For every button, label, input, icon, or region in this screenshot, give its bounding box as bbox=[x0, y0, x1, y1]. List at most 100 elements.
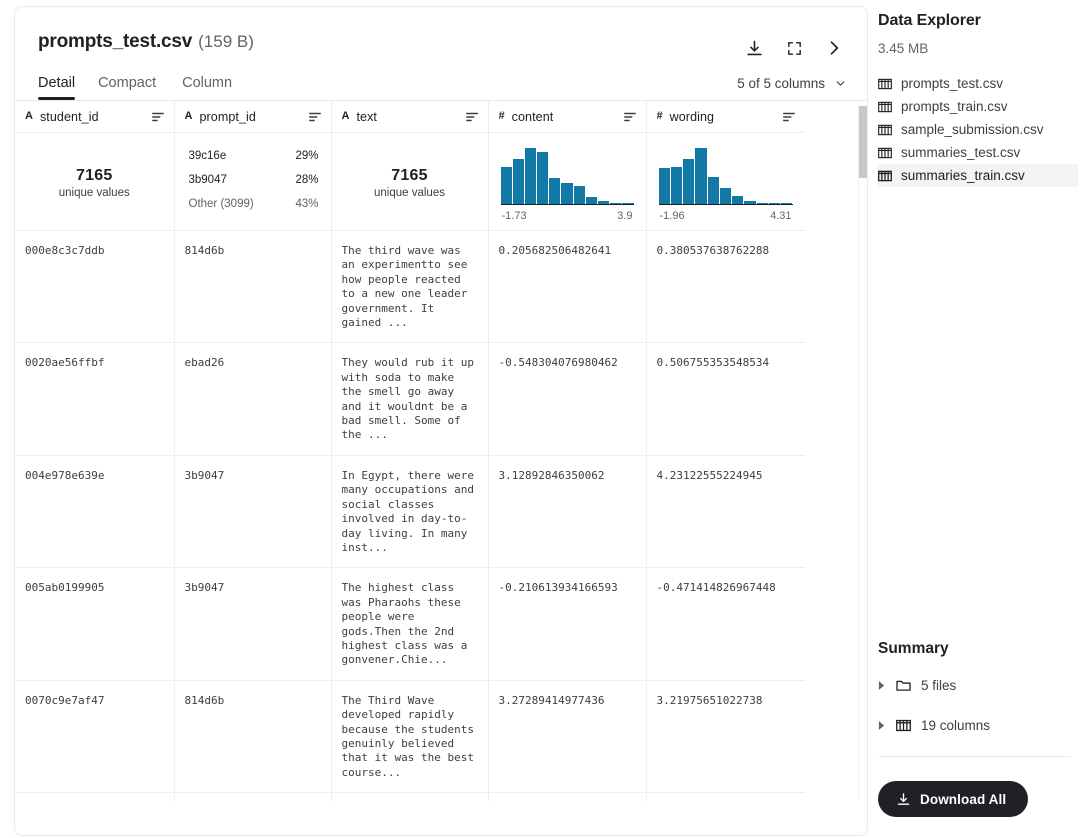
file-list: prompts_test.csv prompts_train.csv sampl… bbox=[877, 72, 1078, 187]
cell-text: The highest class was Pharaohs these peo… bbox=[331, 567, 489, 681]
file-name: summaries_train.csv bbox=[901, 168, 1025, 183]
histogram-bar bbox=[719, 188, 732, 204]
cell-wording: 0.380537638762288 bbox=[646, 230, 806, 344]
summary-files-label: 5 files bbox=[921, 677, 957, 693]
file-title-group: prompts_test.csv (159 B) bbox=[38, 31, 254, 53]
columns-selector-label: 5 of 5 columns bbox=[737, 76, 825, 91]
file-item-prompts-train[interactable]: prompts_train.csv bbox=[877, 95, 1078, 118]
summary-row-columns[interactable]: 19 columns bbox=[878, 710, 1072, 740]
category-label: 39c16e bbox=[188, 150, 227, 162]
cell-prompt-id: 3b9047 bbox=[174, 567, 332, 681]
table-row[interactable]: 005ab0199905 3b9047 The highest class wa… bbox=[15, 567, 806, 681]
chevron-down-icon bbox=[834, 77, 847, 90]
cell-content: 0.205682506482641 bbox=[488, 230, 647, 344]
histogram-bar bbox=[512, 159, 524, 204]
sidebar-title: Data Explorer bbox=[878, 12, 981, 29]
sort-icon[interactable] bbox=[782, 110, 796, 124]
summary-cell-wording: -1.96 4.31 bbox=[646, 132, 806, 231]
cell-student-id: 0020ae56ffbf bbox=[15, 342, 175, 456]
column-name: text bbox=[356, 109, 378, 124]
histogram-bar bbox=[744, 201, 756, 204]
sort-icon[interactable] bbox=[151, 110, 165, 124]
cell-prompt-id: 814d6b bbox=[174, 230, 332, 344]
histogram-bar bbox=[500, 167, 512, 204]
cell-wording: 0.506755353548534 bbox=[646, 342, 806, 456]
column-header-prompt-id[interactable]: A prompt_id bbox=[174, 101, 332, 133]
content-histogram-axis: -1.73 3.9 bbox=[501, 210, 634, 222]
summary-row-files[interactable]: 5 files bbox=[878, 670, 1072, 700]
histogram-bar bbox=[781, 203, 793, 204]
hist-max: 3.9 bbox=[617, 210, 633, 222]
numeric-type-icon: # bbox=[498, 110, 505, 122]
numeric-type-icon: # bbox=[656, 110, 663, 122]
table-row[interactable]: 0071d51dab6d ebad26 They would use chemi… bbox=[15, 792, 806, 801]
cell-text: The Third Wave developed rapidly because… bbox=[331, 680, 489, 794]
column-name: content bbox=[511, 109, 554, 124]
category-label: Other (3099) bbox=[188, 198, 254, 210]
table-row[interactable]: 0020ae56ffbf ebad26 They would rub it up… bbox=[15, 342, 806, 456]
cell-prompt-id: ebad26 bbox=[174, 792, 332, 801]
column-header-student-id[interactable]: A student_id bbox=[15, 101, 175, 133]
folder-icon bbox=[896, 679, 911, 692]
column-header-text[interactable]: A text bbox=[331, 101, 489, 133]
data-explorer-page: prompts_test.csv (159 B) Detail Compact … bbox=[0, 0, 1084, 838]
cell-student-id: 004e978e639e bbox=[15, 455, 175, 569]
table-icon bbox=[896, 719, 911, 732]
cell-content: -0.210613934166593 bbox=[488, 567, 647, 681]
summary-cell-text: 7165 unique values bbox=[331, 132, 489, 231]
summary-divider bbox=[879, 756, 1071, 757]
caret-right-icon bbox=[878, 720, 886, 730]
table-row[interactable]: 000e8c3c7ddb 814d6b The third wave was a… bbox=[15, 230, 806, 344]
table-head: A student_id A prompt_id A text # conten… bbox=[15, 101, 806, 133]
file-item-summaries-test[interactable]: summaries_test.csv bbox=[877, 141, 1078, 164]
histogram-bar bbox=[707, 177, 719, 204]
histogram-bar bbox=[549, 178, 561, 204]
category-row-other: Other (3099) 43% bbox=[189, 198, 319, 210]
file-item-sample-submission[interactable]: sample_submission.csv bbox=[877, 118, 1078, 141]
chevron-right-icon[interactable] bbox=[821, 35, 847, 61]
table-vertical-scrollbar[interactable] bbox=[858, 101, 867, 801]
category-percent: 29% bbox=[295, 150, 319, 162]
table-icon bbox=[878, 170, 892, 182]
text-type-icon: A bbox=[341, 110, 350, 122]
table-body: 7165 unique values 39c16e 29% 3b9047 28%… bbox=[15, 132, 806, 801]
tab-column[interactable]: Column bbox=[182, 75, 246, 100]
histogram-bar bbox=[610, 203, 622, 204]
table-icon bbox=[878, 124, 892, 136]
cell-wording: -0.471414826967448 bbox=[646, 567, 806, 681]
table-icon bbox=[878, 147, 892, 159]
download-all-button[interactable]: Download All bbox=[878, 781, 1029, 817]
sort-icon[interactable] bbox=[308, 110, 322, 124]
scrollbar-thumb[interactable] bbox=[859, 106, 867, 178]
histogram-bar bbox=[695, 148, 707, 204]
fullscreen-icon[interactable] bbox=[781, 35, 807, 61]
cell-prompt-id: 3b9047 bbox=[174, 455, 332, 569]
table-scroll-area: A student_id A prompt_id A text # conten… bbox=[15, 100, 867, 801]
cell-prompt-id: ebad26 bbox=[174, 342, 332, 456]
file-size: (159 B) bbox=[198, 32, 254, 51]
file-item-prompts-test[interactable]: prompts_test.csv bbox=[877, 72, 1078, 95]
header-row: A student_id A prompt_id A text # conten… bbox=[15, 101, 806, 133]
file-item-summaries-train[interactable]: summaries_train.csv bbox=[877, 164, 1078, 187]
table-row[interactable]: 0070c9e7af47 814d6b The Third Wave devel… bbox=[15, 680, 806, 794]
sort-icon[interactable] bbox=[623, 110, 637, 124]
table-icon bbox=[878, 101, 892, 113]
header-actions bbox=[741, 31, 847, 61]
cell-content: 3.12892846350062 bbox=[488, 455, 647, 569]
hist-max: 4.31 bbox=[770, 210, 792, 222]
sort-icon[interactable] bbox=[465, 110, 479, 124]
unique-count: 7165 bbox=[76, 167, 113, 184]
unique-label: unique values bbox=[374, 187, 445, 199]
columns-selector[interactable]: 5 of 5 columns bbox=[737, 76, 847, 100]
tab-compact[interactable]: Compact bbox=[98, 75, 170, 100]
column-header-content[interactable]: # content bbox=[488, 101, 647, 133]
tab-detail[interactable]: Detail bbox=[38, 75, 85, 100]
file-name: prompts_train.csv bbox=[901, 99, 1008, 114]
table-row[interactable]: 004e978e639e 3b9047 In Egypt, there were… bbox=[15, 455, 806, 569]
column-header-wording[interactable]: # wording bbox=[646, 101, 806, 133]
download-icon[interactable] bbox=[741, 35, 767, 61]
histogram-bar bbox=[658, 168, 670, 204]
data-explorer-sidebar: Data Explorer 3.45 MB prompts_test.csv p… bbox=[868, 0, 1084, 838]
summary-section: Summary 5 files 19 columns Download All bbox=[878, 640, 1072, 817]
cell-text: The third wave was an experimentto see h… bbox=[331, 230, 489, 344]
